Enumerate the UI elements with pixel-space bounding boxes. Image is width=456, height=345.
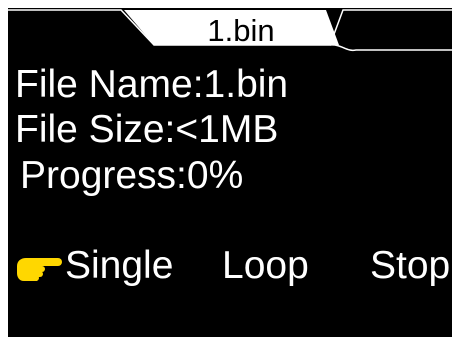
tab-title[interactable]: 1.bin <box>166 11 316 51</box>
mode-loop-option[interactable]: Loop <box>222 241 309 291</box>
file-size-label: File Size:<1MB <box>15 108 279 151</box>
mode-single-option[interactable]: Single <box>65 241 173 291</box>
pointing-hand-icon <box>17 258 62 281</box>
mode-stop-option[interactable]: Stop <box>370 241 450 291</box>
mode-options: Single Loop Stop <box>8 241 452 291</box>
progress-label: Progress:0% <box>20 154 244 197</box>
device-screen: 1.bin File Name:1.bin File Size:<1MB Pro… <box>8 8 452 337</box>
file-name-label: File Name:1.bin <box>15 63 289 106</box>
